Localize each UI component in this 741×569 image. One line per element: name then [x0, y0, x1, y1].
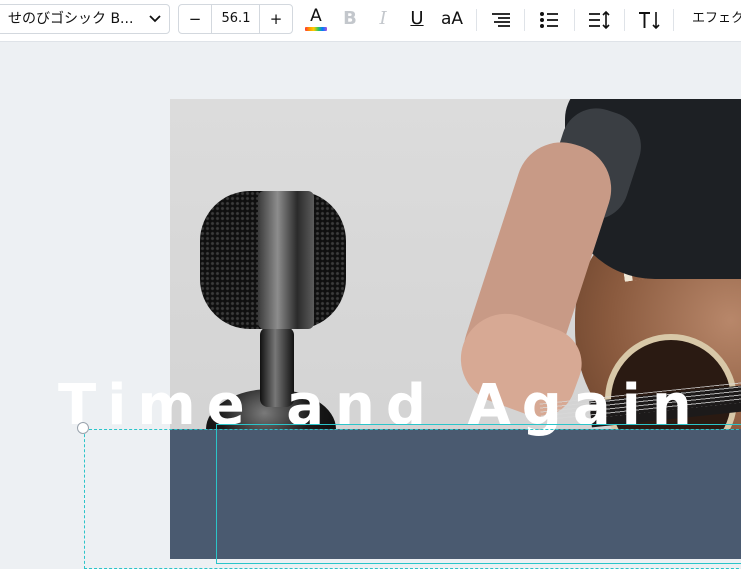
- text-direction-icon: [639, 12, 660, 30]
- align-button[interactable]: [489, 5, 513, 33]
- toolbar-divider: [624, 9, 625, 31]
- effects-button[interactable]: エフェク: [692, 5, 741, 33]
- toolbar-divider: [476, 9, 477, 31]
- font-family-value: せのびゴシック B...: [8, 11, 134, 27]
- line-spacing-icon: [589, 10, 610, 30]
- underline-button[interactable]: U: [407, 5, 427, 33]
- list-icon: [540, 12, 558, 28]
- italic-button[interactable]: I: [373, 5, 393, 33]
- chevron-down-icon: [149, 5, 161, 43]
- toolbar-divider: [524, 9, 525, 31]
- color-spectrum-bar: [305, 27, 327, 31]
- increase-font-size-button[interactable]: +: [259, 5, 292, 33]
- resize-handle[interactable]: [77, 422, 89, 434]
- font-size-input[interactable]: 56.1: [212, 5, 260, 33]
- toolbar-divider: [673, 9, 674, 31]
- font-family-dropdown[interactable]: せのびゴシック B...: [0, 4, 170, 34]
- text-direction-button[interactable]: [636, 5, 662, 33]
- decrease-font-size-button[interactable]: −: [179, 5, 212, 33]
- microphone-band: [258, 191, 314, 329]
- text-color-icon: A: [310, 6, 322, 26]
- text-color-button[interactable]: A: [303, 5, 329, 33]
- toolbar-divider: [574, 9, 575, 31]
- font-size-stepper: − 56.1 +: [178, 4, 293, 34]
- list-button[interactable]: [537, 5, 561, 33]
- bold-button[interactable]: B: [340, 5, 360, 33]
- textbox-selection-outline: [216, 424, 741, 564]
- text-toolbar: せのびゴシック B... − 56.1 + A B I U aA エフェク: [0, 0, 741, 42]
- line-spacing-button[interactable]: [586, 5, 612, 33]
- align-right-icon: [492, 13, 510, 27]
- letter-case-button[interactable]: aA: [438, 5, 466, 33]
